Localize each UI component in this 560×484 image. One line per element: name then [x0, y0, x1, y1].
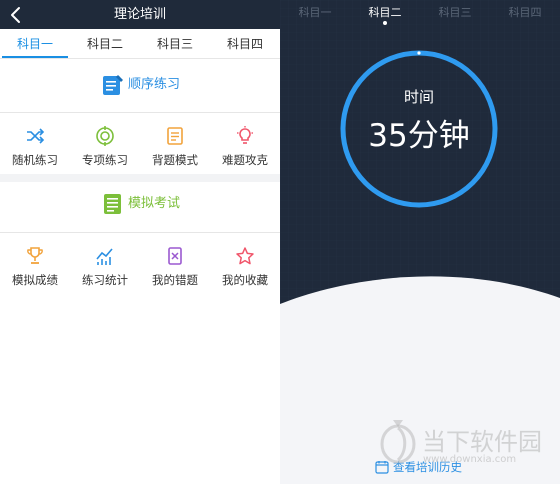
tab-subject-four[interactable]: 科目四 [490, 4, 560, 22]
target-icon [96, 126, 114, 146]
hard-questions-button[interactable]: 难题攻克 [210, 118, 280, 176]
sequential-practice-button[interactable]: 顺序练习 [0, 63, 280, 107]
active-tab-dot [383, 21, 387, 25]
memorize-mode-label: 背题模式 [152, 153, 198, 167]
tab-subject-three[interactable]: 科目三 [420, 4, 490, 22]
exam-timer-screen: 科目一 科目二 科目三 科目四 时间 35分钟 查看培训历史 [280, 0, 560, 484]
tab-subject-four[interactable]: 科目四 [210, 29, 280, 59]
practice-stats-label: 练习统计 [82, 273, 128, 287]
navigation-bar: 理论培训 [0, 0, 280, 29]
exam-book-icon [104, 194, 121, 214]
random-practice-button[interactable]: 随机练习 [0, 118, 70, 176]
page-title: 理论培训 [113, 7, 166, 22]
divider [0, 232, 280, 233]
watermark-brand: 当下软件园 [422, 428, 542, 456]
shuffle-icon [27, 128, 45, 144]
lightbulb-icon [237, 126, 253, 144]
timer-caption: 时间 [403, 88, 434, 106]
hard-questions-label: 难题攻克 [222, 153, 268, 167]
mock-scores-label: 模拟成绩 [12, 273, 58, 287]
mock-exam-label: 模拟考试 [128, 196, 181, 211]
notebook-pencil-icon [103, 75, 123, 95]
star-icon [236, 247, 254, 265]
tab-subject-one[interactable]: 科目一 [280, 4, 350, 22]
wrong-questions-label: 我的错题 [152, 273, 198, 287]
wrong-notes-icon [168, 247, 182, 265]
tab-subject-three[interactable]: 科目三 [140, 29, 210, 59]
divider [0, 112, 280, 113]
special-practice-label: 专项练习 [82, 153, 128, 167]
memorize-mode-button[interactable]: 背题模式 [140, 118, 210, 176]
site-watermark: 当下软件园 www.downxia.com [377, 418, 547, 470]
tab-subject-two[interactable]: 科目二 [70, 29, 140, 59]
section-spacer [0, 174, 280, 182]
wrong-questions-button[interactable]: 我的错题 [140, 238, 210, 296]
sequential-practice-label: 顺序练习 [128, 77, 181, 92]
theory-training-screen: 理论培训 科目一 科目二 科目三 科目四 顺序练习 随机练习 专项练习 背题模式… [0, 0, 280, 484]
favorites-button[interactable]: 我的收藏 [210, 238, 280, 296]
tab-subject-one[interactable]: 科目一 [0, 29, 70, 59]
special-practice-button[interactable]: 专项练习 [70, 118, 140, 176]
subject-tab-bar: 科目一 科目二 科目三 科目四 [0, 29, 280, 59]
trend-chart-icon [96, 248, 113, 265]
watermark-logo [380, 420, 416, 464]
trophy-icon [27, 247, 43, 264]
practice-stats-button[interactable]: 练习统计 [70, 238, 140, 296]
timer-value: 35分钟 [368, 118, 470, 154]
mock-exam-button[interactable]: 模拟考试 [0, 182, 280, 226]
favorites-label: 我的收藏 [222, 273, 268, 287]
active-tab-indicator [2, 56, 68, 58]
checklist-icon [167, 127, 183, 145]
tab-subject-two[interactable]: 科目二 [350, 4, 420, 22]
mock-scores-button[interactable]: 模拟成绩 [0, 238, 70, 296]
watermark-url: www.downxia.com [423, 454, 517, 465]
random-practice-label: 随机练习 [12, 153, 58, 167]
